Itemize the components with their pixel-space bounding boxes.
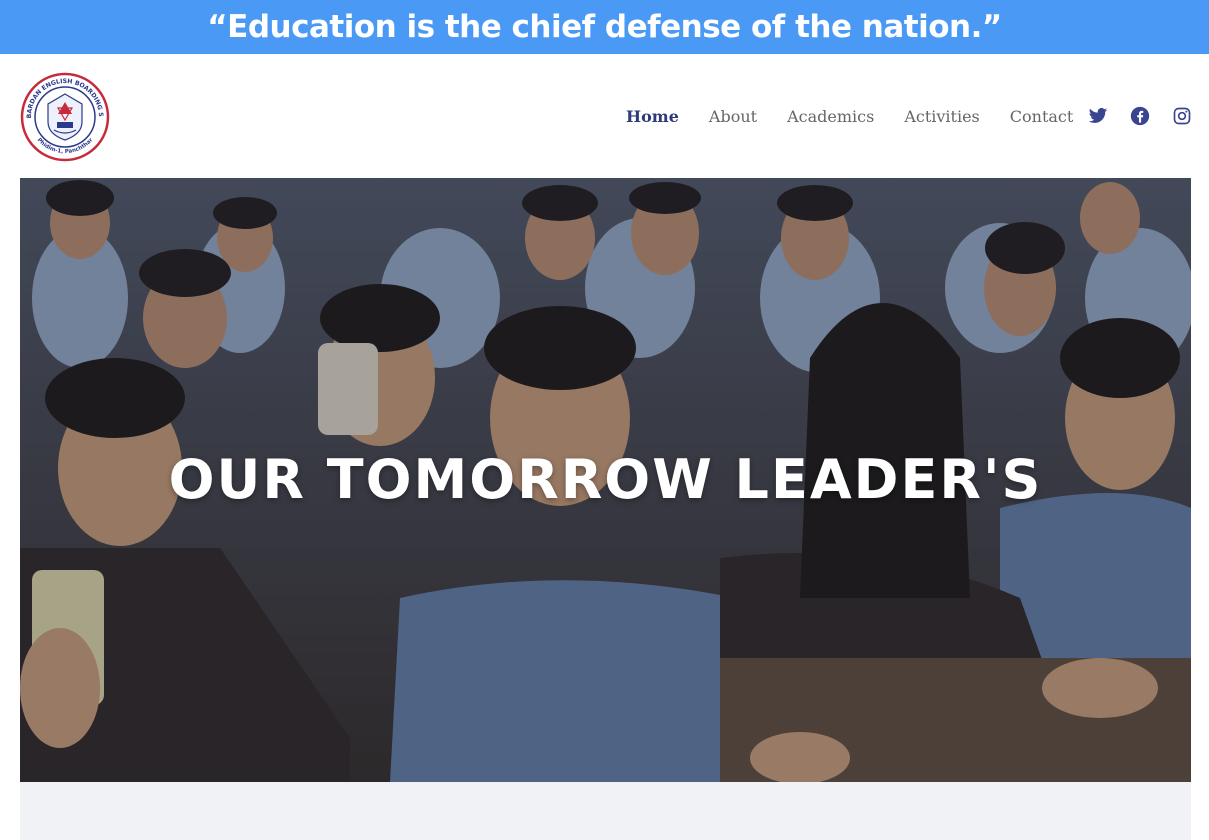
social-links xyxy=(1088,54,1192,178)
main-nav: Home About Academics Activities Contact xyxy=(626,54,1103,178)
nav-about[interactable]: About xyxy=(709,107,757,126)
facebook-icon[interactable] xyxy=(1130,106,1150,126)
hero-banner: OUR TOMORROW LEADER'S xyxy=(20,178,1191,782)
quote-banner: “Education is the chief defense of the n… xyxy=(0,0,1209,54)
content-section xyxy=(20,782,1191,840)
twitter-icon[interactable] xyxy=(1088,106,1108,126)
hero-title: OUR TOMORROW LEADER'S xyxy=(168,448,1043,511)
nav-contact[interactable]: Contact xyxy=(1010,107,1074,126)
nav-activities[interactable]: Activities xyxy=(904,107,979,126)
instagram-icon[interactable] xyxy=(1172,106,1192,126)
nav-home[interactable]: Home xyxy=(626,107,679,126)
school-logo[interactable]: VIDYA BARDAN ENGLISH BOARDING SCHOOL Phi… xyxy=(17,67,110,162)
site-header: VIDYA BARDAN ENGLISH BOARDING SCHOOL Phi… xyxy=(0,54,1209,178)
banner-quote: “Education is the chief defense of the n… xyxy=(207,9,1002,45)
nav-academics[interactable]: Academics xyxy=(787,107,874,126)
